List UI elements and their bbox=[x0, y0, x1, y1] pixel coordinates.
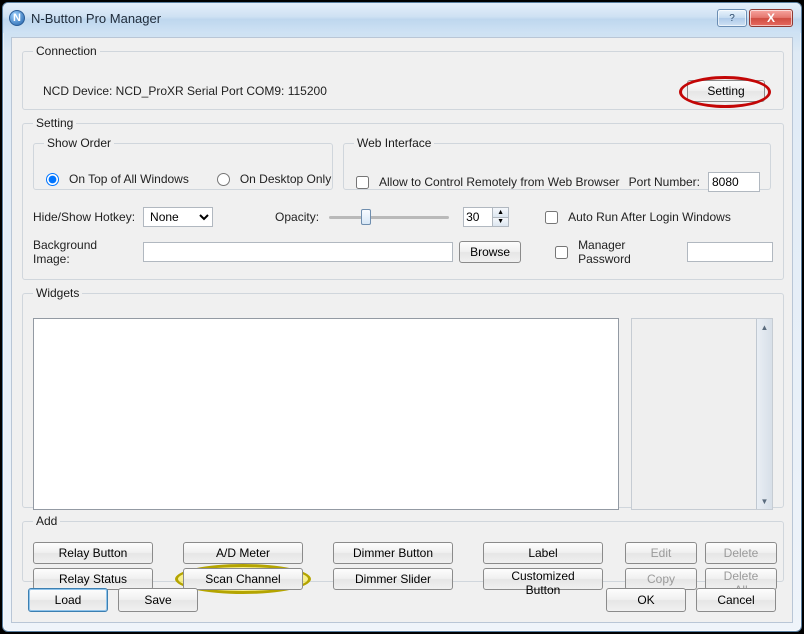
add-customized-button[interactable]: Customized Button bbox=[483, 568, 603, 590]
group-connection: Connection NCD Device: NCD_ProXR Serial … bbox=[22, 44, 784, 110]
add-dimmer-button[interactable]: Dimmer Button bbox=[333, 542, 453, 564]
copy-button[interactable]: Copy bbox=[625, 568, 697, 590]
widgets-list[interactable] bbox=[33, 318, 619, 510]
add-relay-status[interactable]: Relay Status bbox=[33, 568, 153, 590]
add-scan-channel[interactable]: Scan Channel bbox=[183, 568, 303, 590]
checkbox-manager-password-input[interactable] bbox=[555, 246, 568, 259]
edit-button[interactable]: Edit bbox=[625, 542, 697, 564]
checkbox-autorun-input[interactable] bbox=[545, 211, 558, 224]
window-title: N-Button Pro Manager bbox=[31, 11, 717, 26]
input-bg-image[interactable] bbox=[143, 242, 453, 262]
load-button[interactable]: Load bbox=[28, 588, 108, 612]
label-opacity: Opacity: bbox=[275, 210, 319, 224]
group-setting: Setting Show Order On Top of All Windows… bbox=[22, 116, 784, 280]
app-icon: N bbox=[9, 10, 25, 26]
add-ad-meter[interactable]: A/D Meter bbox=[183, 542, 303, 564]
checkbox-manager-password[interactable]: Manager Password bbox=[555, 238, 679, 266]
label-port-number: Port Number: bbox=[629, 175, 700, 189]
delete-button[interactable]: Delete bbox=[705, 542, 777, 564]
label-hotkey: Hide/Show Hotkey: bbox=[33, 210, 135, 224]
radio-desktop-only-input[interactable] bbox=[217, 173, 230, 186]
group-widgets: Widgets ▲ ▼ bbox=[22, 286, 784, 508]
legend-connection: Connection bbox=[33, 44, 100, 58]
spinner-opacity[interactable]: ▲ ▼ bbox=[463, 207, 509, 227]
add-relay-button[interactable]: Relay Button bbox=[33, 542, 153, 564]
group-show-order: Show Order On Top of All Windows On Desk… bbox=[33, 136, 333, 190]
client-area: Connection NCD Device: NCD_ProXR Serial … bbox=[11, 37, 793, 623]
checkbox-allow-remote[interactable]: Allow to Control Remotely from Web Brows… bbox=[356, 175, 620, 189]
legend-add: Add bbox=[33, 514, 60, 528]
slider-opacity-thumb[interactable] bbox=[361, 209, 371, 225]
window-frame: N N-Button Pro Manager ? X Connection NC… bbox=[2, 2, 802, 632]
input-port-number[interactable] bbox=[708, 172, 760, 192]
system-buttons: ? X bbox=[717, 9, 793, 27]
legend-show-order: Show Order bbox=[44, 136, 114, 150]
legend-setting: Setting bbox=[33, 116, 76, 130]
add-label[interactable]: Label bbox=[483, 542, 603, 564]
scrollbar-vertical[interactable]: ▲ ▼ bbox=[756, 319, 772, 509]
spinner-up[interactable]: ▲ bbox=[492, 208, 508, 218]
checkbox-autorun[interactable]: Auto Run After Login Windows bbox=[545, 210, 731, 224]
save-button[interactable]: Save bbox=[118, 588, 198, 612]
radio-desktop-only[interactable]: On Desktop Only bbox=[217, 172, 331, 186]
input-manager-password[interactable] bbox=[687, 242, 773, 262]
browse-button[interactable]: Browse bbox=[459, 241, 521, 263]
legend-widgets: Widgets bbox=[33, 286, 82, 300]
spinner-opacity-input[interactable] bbox=[464, 208, 492, 226]
cancel-button[interactable]: Cancel bbox=[696, 588, 776, 612]
scroll-up-icon[interactable]: ▲ bbox=[757, 319, 772, 335]
titlebar[interactable]: N N-Button Pro Manager ? X bbox=[3, 3, 801, 33]
radio-on-top[interactable]: On Top of All Windows bbox=[46, 172, 189, 186]
close-button[interactable]: X bbox=[749, 9, 793, 27]
slider-opacity[interactable] bbox=[329, 207, 449, 227]
scroll-down-icon[interactable]: ▼ bbox=[757, 493, 772, 509]
connection-setting-button[interactable]: Setting bbox=[687, 80, 765, 102]
spinner-down[interactable]: ▼ bbox=[492, 218, 508, 227]
group-add: Add Relay Button A/D Meter Dimmer Button… bbox=[22, 514, 784, 582]
radio-on-top-input[interactable] bbox=[46, 173, 59, 186]
legend-web-interface: Web Interface bbox=[354, 136, 434, 150]
connection-device-text: NCD Device: NCD_ProXR Serial Port COM9: … bbox=[43, 84, 327, 98]
group-web-interface: Web Interface Allow to Control Remotely … bbox=[343, 136, 771, 190]
widgets-side-panel[interactable]: ▲ ▼ bbox=[631, 318, 773, 510]
combo-hotkey[interactable]: None bbox=[143, 207, 213, 227]
ok-button[interactable]: OK bbox=[606, 588, 686, 612]
add-dimmer-slider[interactable]: Dimmer Slider bbox=[333, 568, 453, 590]
help-button[interactable]: ? bbox=[717, 9, 747, 27]
checkbox-allow-remote-input[interactable] bbox=[356, 176, 369, 189]
delete-all-button[interactable]: Delete All bbox=[705, 568, 777, 590]
label-bg-image: Background Image: bbox=[33, 238, 135, 266]
